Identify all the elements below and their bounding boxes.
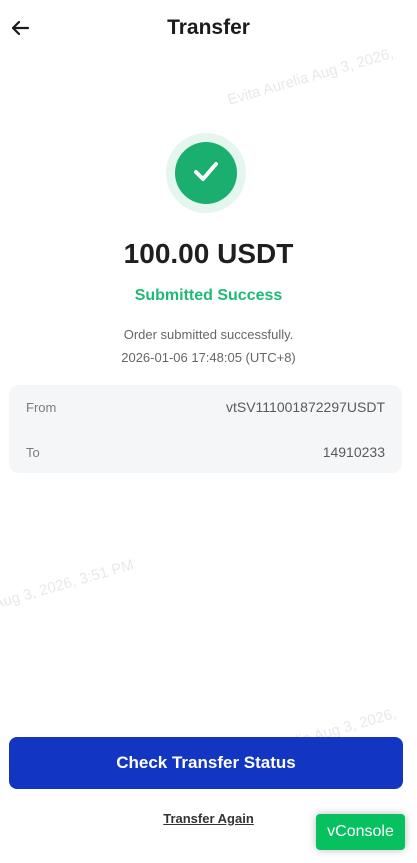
success-badge <box>166 133 246 213</box>
checkmark-icon <box>190 155 222 192</box>
page-title: Transfer <box>167 16 250 39</box>
to-label: To <box>26 444 40 460</box>
from-row: From vtSV111001872297USDT <box>9 395 402 419</box>
order-timestamp: 2026-01-06 17:48:05 (UTC+8) <box>121 350 296 365</box>
transfer-amount: 100.00 USDT <box>123 238 294 269</box>
status-message: Order submitted successfully. <box>123 327 294 342</box>
header-bar: Transfer <box>0 0 417 60</box>
from-label: From <box>26 399 57 415</box>
check-transfer-status-button[interactable]: Check Transfer Status <box>9 737 403 789</box>
vconsole-button[interactable]: vConsole <box>316 814 405 850</box>
success-circle <box>175 142 237 204</box>
status-text: Submitted Success <box>134 287 283 304</box>
transfer-details-card: From vtSV111001872297USDT To 14910233 <box>9 385 402 473</box>
back-button[interactable] <box>8 18 32 42</box>
back-arrow-icon <box>9 17 31 44</box>
watermark-text: Aug 3, 2026, 3:51 PM <box>0 556 136 613</box>
from-value: vtSV111001872297USDT <box>225 399 385 415</box>
to-row: To 14910233 <box>9 440 402 464</box>
to-value: 14910233 <box>322 444 385 460</box>
